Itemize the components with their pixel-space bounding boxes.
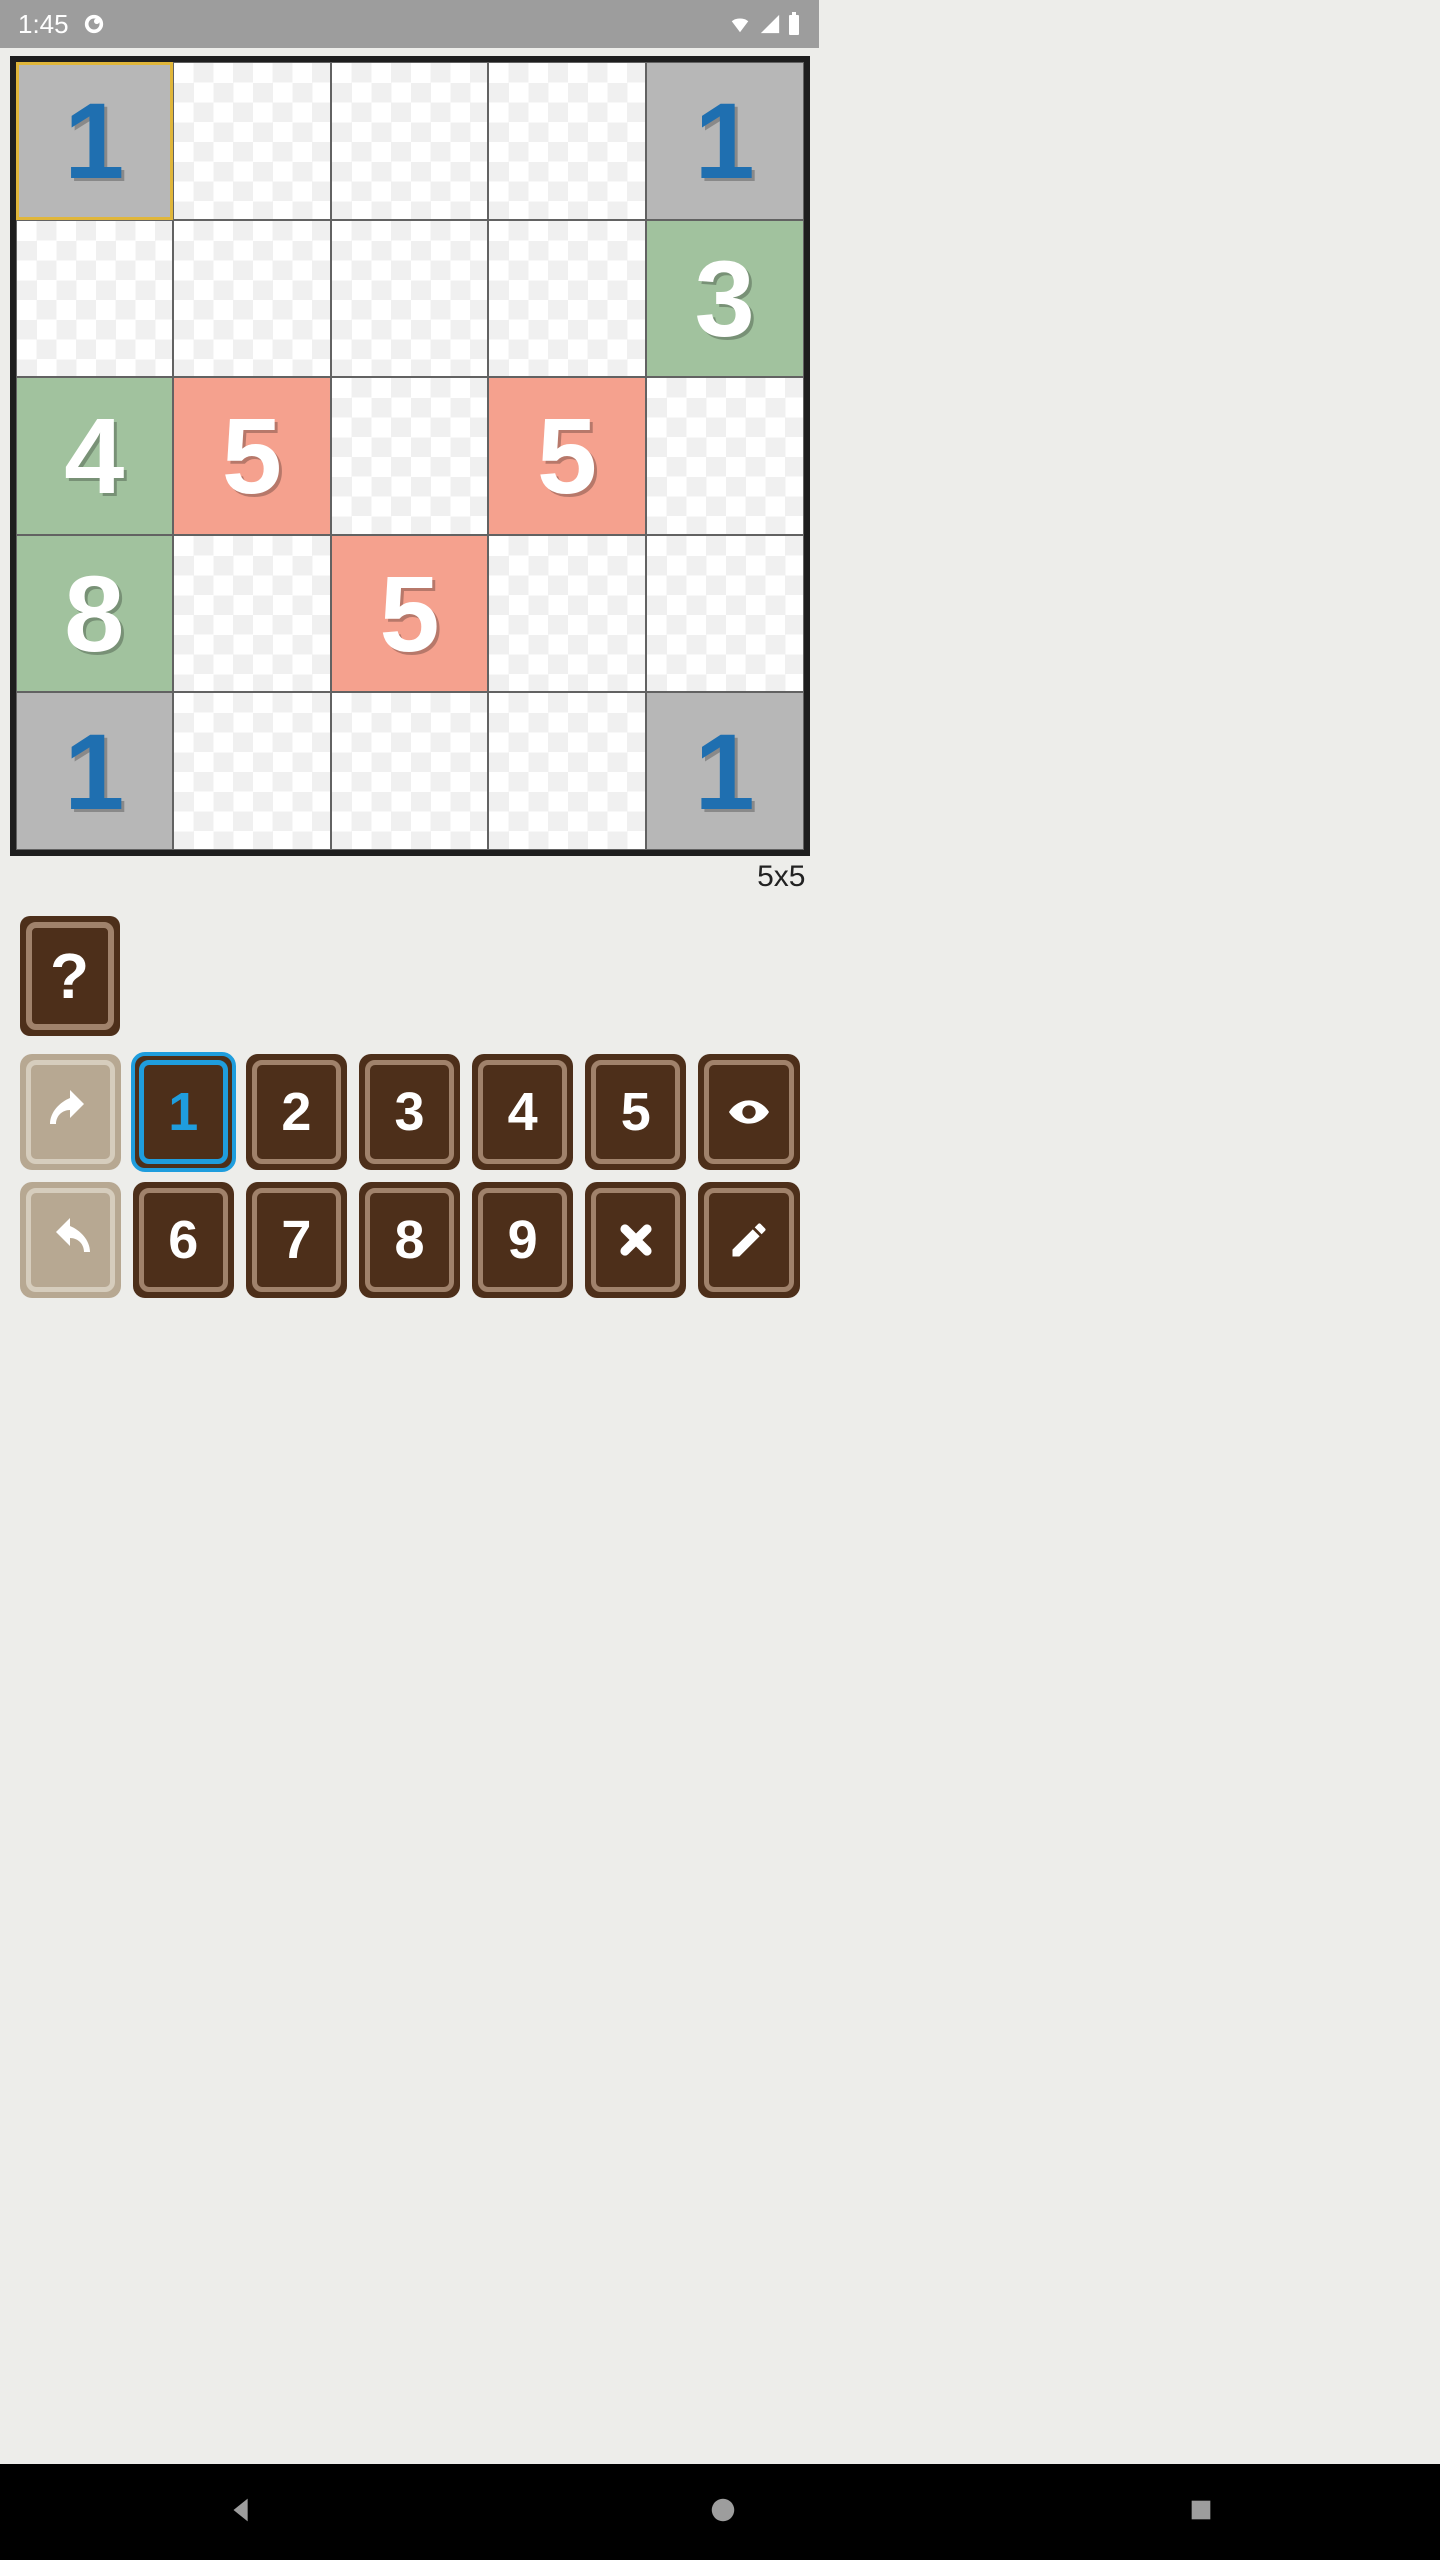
num-label: 6	[139, 1188, 228, 1292]
cell-value: 8	[64, 551, 124, 676]
game-board: 1134558511	[16, 62, 804, 850]
board-cell[interactable]	[646, 377, 804, 535]
board-cell[interactable]: 1	[646, 62, 804, 220]
eye-icon	[704, 1060, 793, 1164]
board-cell[interactable]: 1	[16, 692, 174, 850]
board-cell[interactable]: 1	[16, 62, 174, 220]
num-label: 4	[478, 1060, 567, 1164]
board-cell[interactable]	[331, 62, 489, 220]
nav-back-icon[interactable]	[225, 2493, 259, 2532]
num-7-button[interactable]: 7	[246, 1182, 347, 1298]
board-cell[interactable]	[646, 535, 804, 693]
num-label: 2	[252, 1060, 341, 1164]
app-icon	[83, 13, 105, 35]
board-cell[interactable]: 8	[16, 535, 174, 693]
board-cell[interactable]: 3	[646, 220, 804, 378]
board-cell[interactable]	[173, 62, 331, 220]
undo-button[interactable]	[20, 1054, 121, 1170]
board-cell[interactable]	[331, 692, 489, 850]
board-cell[interactable]: 5	[173, 377, 331, 535]
board-cell[interactable]	[16, 220, 174, 378]
num-5-button[interactable]: 5	[585, 1054, 686, 1170]
number-pad: 1 2 3 4 5 6 7 8 9	[20, 1054, 800, 1298]
num-3-button[interactable]: 3	[359, 1054, 460, 1170]
board-cell[interactable]	[331, 220, 489, 378]
help-button[interactable]: ?	[20, 916, 120, 1036]
num-label: 3	[365, 1060, 454, 1164]
nav-recent-icon[interactable]	[1187, 2496, 1215, 2529]
reveal-button[interactable]	[698, 1054, 799, 1170]
pencil-icon	[704, 1188, 793, 1292]
cell-value: 4	[64, 393, 124, 518]
cell-value: 3	[695, 236, 755, 361]
num-label: 8	[365, 1188, 454, 1292]
cell-value: 1	[64, 78, 124, 203]
board-cell[interactable]	[173, 220, 331, 378]
android-nav-bar	[0, 2464, 1440, 2560]
status-bar: 1:45	[0, 0, 819, 48]
cell-value: 5	[379, 551, 439, 676]
redo-icon	[26, 1188, 115, 1292]
board-cell[interactable]	[488, 62, 646, 220]
board-cell[interactable]	[331, 377, 489, 535]
cell-value: 5	[537, 393, 597, 518]
game-board-frame: 1134558511	[10, 56, 810, 856]
board-cell[interactable]: 4	[16, 377, 174, 535]
battery-icon	[787, 12, 801, 36]
board-cell[interactable]	[173, 535, 331, 693]
board-size-label: 5x5	[10, 860, 810, 894]
board-cell[interactable]	[173, 692, 331, 850]
pencil-button[interactable]	[698, 1182, 799, 1298]
num-2-button[interactable]: 2	[246, 1054, 347, 1170]
controls-area: ? 1 2 3 4 5 6 7 8 9	[10, 916, 810, 1298]
num-label: 7	[252, 1188, 341, 1292]
signal-icon	[759, 13, 781, 35]
board-cell[interactable]: 1	[646, 692, 804, 850]
board-cell[interactable]	[488, 220, 646, 378]
close-icon	[591, 1188, 680, 1292]
num-4-button[interactable]: 4	[472, 1054, 573, 1170]
redo-button[interactable]	[20, 1182, 121, 1298]
clear-button[interactable]	[585, 1182, 686, 1298]
cell-value: 1	[695, 78, 755, 203]
num-label: 9	[478, 1188, 567, 1292]
cell-value: 1	[64, 709, 124, 834]
board-cell[interactable]: 5	[331, 535, 489, 693]
num-8-button[interactable]: 8	[359, 1182, 460, 1298]
num-label: 5	[591, 1060, 680, 1164]
status-time: 1:45	[18, 9, 69, 40]
num-1-button[interactable]: 1	[133, 1054, 234, 1170]
board-cell[interactable]: 5	[488, 377, 646, 535]
undo-icon	[26, 1060, 115, 1164]
num-6-button[interactable]: 6	[133, 1182, 234, 1298]
board-cell[interactable]	[488, 535, 646, 693]
num-label: 1	[139, 1060, 228, 1164]
num-9-button[interactable]: 9	[472, 1182, 573, 1298]
board-cell[interactable]	[488, 692, 646, 850]
wifi-icon	[727, 13, 753, 35]
cell-value: 1	[695, 709, 755, 834]
nav-home-icon[interactable]	[708, 2495, 738, 2530]
help-icon: ?	[26, 922, 114, 1030]
cell-value: 5	[222, 393, 282, 518]
